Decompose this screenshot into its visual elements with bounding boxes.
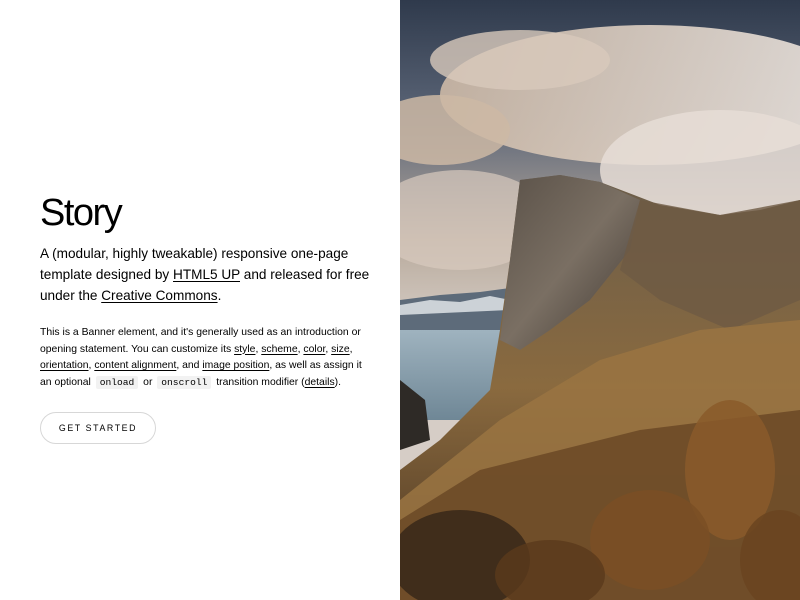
size-link[interactable]: size xyxy=(331,344,349,355)
scheme-link[interactable]: scheme xyxy=(261,344,297,355)
onscroll-code: onscroll xyxy=(157,375,212,389)
body-sep-4: , xyxy=(349,343,353,355)
get-started-button[interactable]: GET STARTED xyxy=(40,412,156,444)
body-sep-6: , and xyxy=(176,360,203,371)
mountain-landscape-photo-icon xyxy=(400,0,800,600)
image-position-link[interactable]: image position xyxy=(202,360,269,371)
banner-content: Story A (modular, highly tweakable) resp… xyxy=(0,0,400,600)
body-sep-10: ). xyxy=(334,376,342,388)
banner-image xyxy=(400,0,800,600)
style-link[interactable]: style xyxy=(234,344,255,355)
onload-code: onload xyxy=(95,375,139,389)
banner: Story A (modular, highly tweakable) resp… xyxy=(0,0,800,600)
html5up-link[interactable]: HTML5 UP xyxy=(173,267,240,282)
banner-description: This is a Banner element, and it's gener… xyxy=(40,325,370,391)
content-alignment-link[interactable]: content alignment xyxy=(94,360,176,371)
orientation-link[interactable]: orientation xyxy=(40,360,89,371)
banner-lead: A (modular, highly tweakable) responsive… xyxy=(40,243,370,306)
body-sep-8: or xyxy=(140,376,156,388)
color-link[interactable]: color xyxy=(303,344,325,355)
details-link[interactable]: details xyxy=(305,377,335,388)
body-sep-9: transition modifier ( xyxy=(213,376,305,388)
page-title: Story xyxy=(40,192,123,234)
creative-commons-link[interactable]: Creative Commons xyxy=(101,288,217,303)
lead-text-3: . xyxy=(217,288,222,303)
